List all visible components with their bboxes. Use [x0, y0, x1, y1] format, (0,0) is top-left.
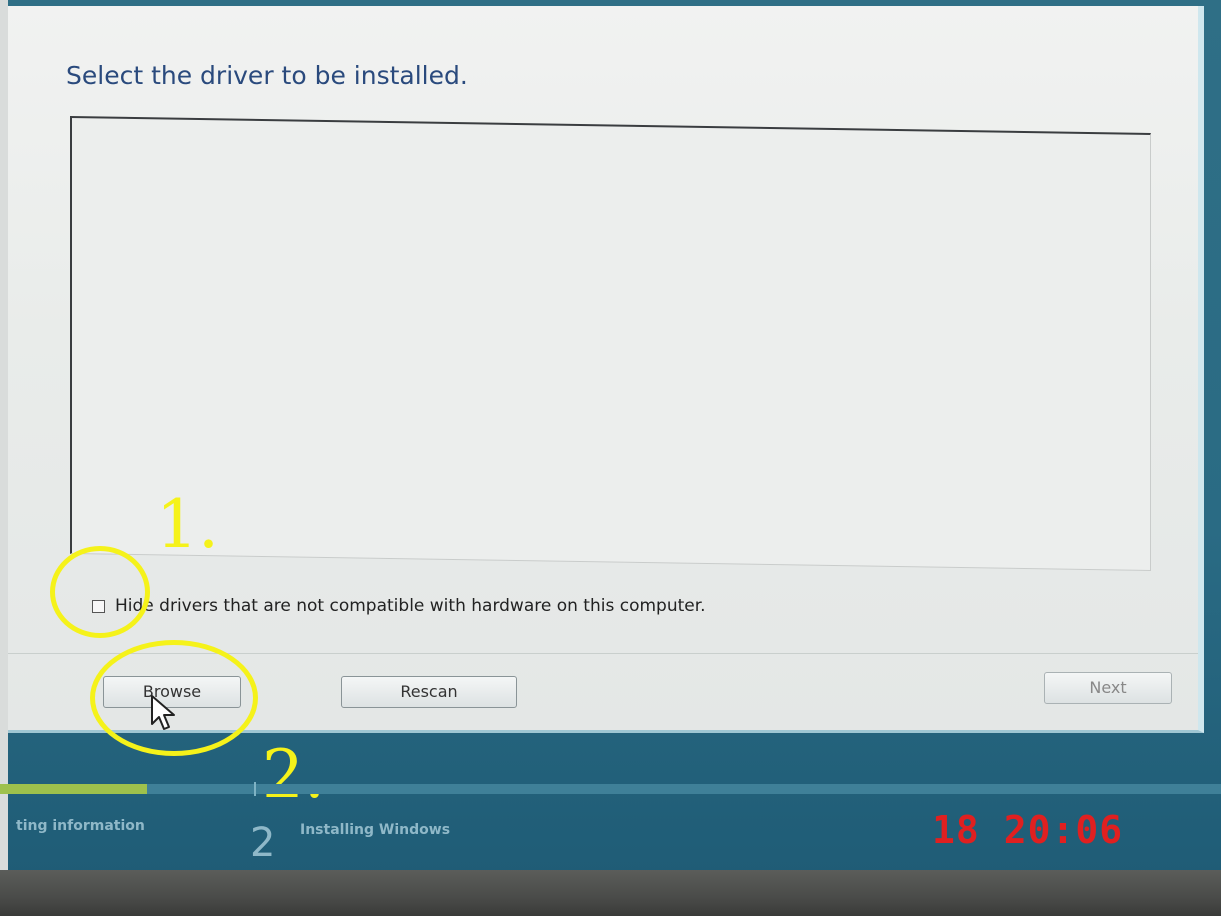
setup-step-number: 2 [250, 820, 276, 866]
annotation-step-one: 1. [156, 486, 219, 563]
annotation-step-two: 2. [262, 736, 325, 813]
timestamp-time: 20:06 [1003, 808, 1124, 852]
next-button[interactable]: Next [1044, 672, 1172, 704]
setup-step-collecting-label: ting information [16, 818, 145, 834]
hide-incompatible-row[interactable]: Hide drivers that are not compatible wit… [92, 596, 706, 616]
setup-step-installing-label: Installing Windows [300, 822, 451, 838]
annotation-circle-browse [90, 640, 258, 756]
monitor-bezel-bottom [0, 870, 1221, 916]
monitor-bezel-left [0, 0, 8, 880]
timestamp-day: 18 [932, 808, 980, 852]
annotation-circle-checkbox [50, 546, 150, 638]
dialog-title: Select the driver to be installed. [66, 61, 468, 90]
setup-progress-fill [0, 784, 147, 794]
setup-progress-track [0, 784, 1221, 794]
driver-list[interactable] [70, 116, 1151, 571]
camera-timestamp: 18 20:06 [932, 808, 1123, 852]
setup-progress-divider [254, 782, 256, 796]
hide-incompatible-label: Hide drivers that are not compatible wit… [115, 596, 706, 616]
driver-selection-dialog: Select the driver to be installed. Hide … [8, 6, 1204, 733]
rescan-button[interactable]: Rescan [341, 676, 517, 708]
